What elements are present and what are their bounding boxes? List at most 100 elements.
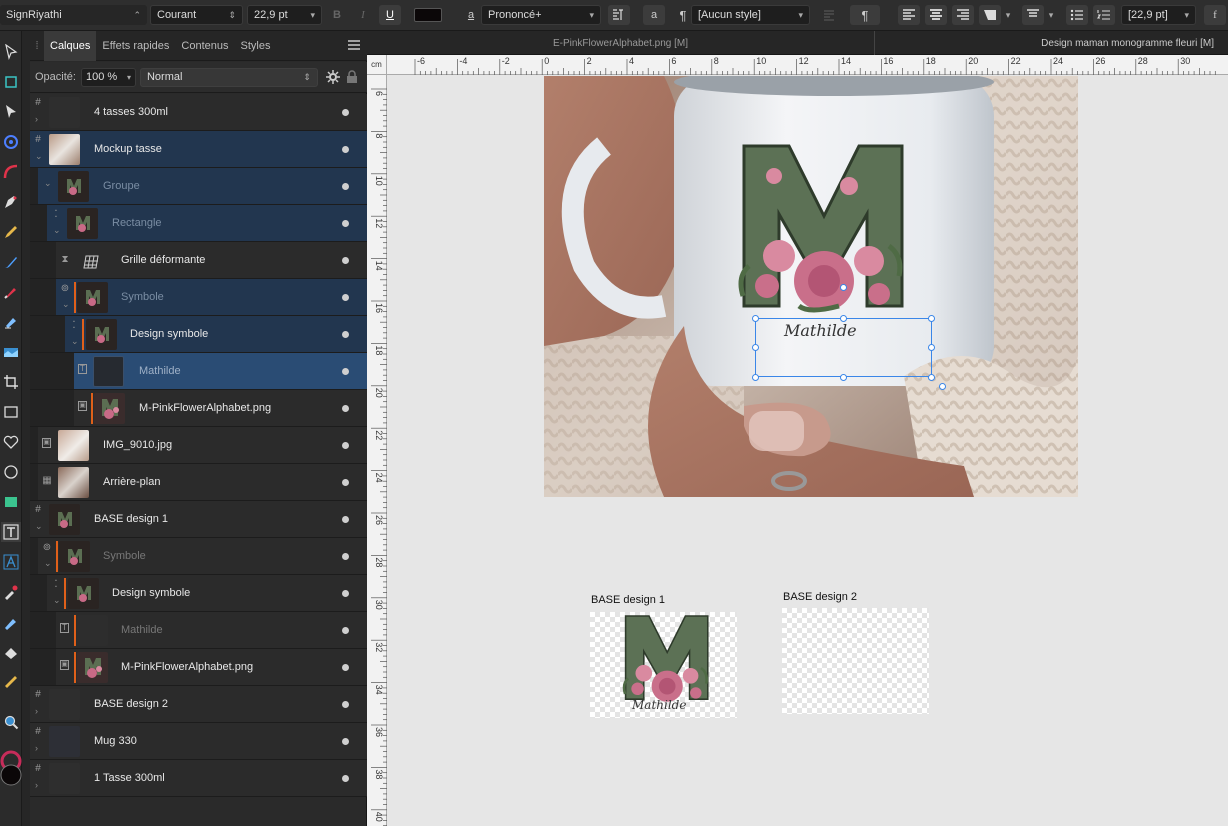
visibility-dot-icon[interactable] [342, 516, 349, 523]
chevron-down-icon[interactable]: ⌄ [53, 595, 61, 606]
layer-row[interactable]: # ⌄ Mockup tasse [30, 131, 367, 168]
chevron-down-icon[interactable]: ⌄ [62, 299, 70, 310]
color-picker-tool-icon[interactable] [1, 582, 21, 602]
font-style-dropdown[interactable]: Courant ⇕ [150, 5, 243, 25]
tab-contenus[interactable]: Contenus [175, 31, 234, 61]
gear-icon[interactable] [325, 70, 340, 84]
vertical-ruler[interactable]: 6 8 10 12 14 16 18 20 22 24 26 28 30 32 34 36 38 40 [367, 75, 387, 826]
resize-handle[interactable] [840, 315, 847, 322]
horizontal-ruler[interactable]: -6 -4 -2 0 2 4 6 8 10 12 14 16 18 20 22 24 26 28 30 [387, 55, 1228, 75]
clear-style-icon[interactable] [818, 5, 840, 25]
visibility-dot-icon[interactable] [342, 627, 349, 634]
visibility-dot-icon[interactable] [342, 183, 349, 190]
resize-handle[interactable] [752, 315, 759, 322]
layer-row[interactable]: ▣ M-PinkFlowerAlphabet.png [30, 390, 367, 427]
mug-name-text[interactable]: Mathilde [784, 321, 857, 340]
layer-row[interactable]: ▣ M-PinkFlowerAlphabet.png [30, 649, 367, 686]
font-family-dropdown[interactable]: SignRiyathi ⌃ [0, 5, 147, 25]
chevron-right-icon[interactable]: › [35, 114, 38, 124]
resize-handle[interactable] [928, 315, 935, 322]
layer-row[interactable]: ⌄ Groupe [30, 168, 367, 205]
visibility-dot-icon[interactable] [342, 738, 349, 745]
chevron-down-icon[interactable]: ⌄ [44, 558, 52, 569]
align-left-button[interactable] [898, 5, 920, 25]
layer-row[interactable]: ⊚ ⌄ Symbole [30, 279, 367, 316]
lock-icon[interactable] [346, 70, 358, 84]
resize-handle[interactable] [752, 344, 759, 351]
bullet-list-button[interactable] [1066, 5, 1088, 25]
brush-tool-icon[interactable] [1, 282, 21, 302]
opacity-field[interactable]: 100 % ▾ [80, 67, 136, 87]
underline-style-dropdown[interactable]: Prononcé+ ▾ [481, 5, 601, 25]
visibility-dot-icon[interactable] [342, 553, 349, 560]
layer-row[interactable]: # › BASE design 2 [30, 686, 367, 723]
chevron-down-icon[interactable]: ⌄ [53, 225, 61, 236]
align-center-button[interactable] [925, 5, 947, 25]
rotate-handle[interactable] [939, 383, 946, 390]
layer-row[interactable]: ⊚ ⌄ Symbole [30, 538, 367, 575]
blend-mode-dropdown[interactable]: Normal ⇕ [139, 67, 318, 87]
vertical-align-button[interactable] [1022, 5, 1044, 25]
visibility-dot-icon[interactable] [342, 701, 349, 708]
visibility-dot-icon[interactable] [342, 257, 349, 264]
layer-row[interactable]: # › Mug 330 [30, 723, 367, 760]
chevron-right-icon[interactable]: › [35, 780, 38, 790]
tab-document-1[interactable]: E-PinkFlowerAlphabet.png [M] [367, 31, 875, 55]
pen-tool-icon[interactable] [1, 192, 21, 212]
measure-tool-icon[interactable] [1, 672, 21, 692]
chevron-down-icon[interactable]: ⌄ [71, 336, 79, 347]
fill-brush-tool-icon[interactable] [1, 612, 21, 632]
corner-tool-icon[interactable] [1, 162, 21, 182]
frame-text-tool-icon[interactable] [1, 522, 21, 542]
visibility-dot-icon[interactable] [342, 220, 349, 227]
resize-handle[interactable] [840, 374, 847, 381]
rotate-handle[interactable] [840, 284, 847, 291]
rectangle-tool-icon[interactable] [1, 402, 21, 422]
layer-row[interactable]: # › 1 Tasse 300ml [30, 760, 367, 797]
artboard-label[interactable]: BASE design 1 [591, 594, 665, 606]
visibility-dot-icon[interactable] [342, 442, 349, 449]
artistic-text-tool-icon[interactable] [1, 552, 21, 572]
text-color-swatch[interactable] [414, 8, 442, 22]
layer-row[interactable]: T Mathilde [30, 353, 367, 390]
layer-row[interactable]: ⁚ ⌄ Design symbole [30, 575, 367, 612]
visibility-dot-icon[interactable] [342, 479, 349, 486]
layer-row[interactable]: # ⌄ BASE design 1 [30, 501, 367, 538]
vector-brush-tool-icon[interactable] [1, 252, 21, 272]
text-frame-icon[interactable] [608, 5, 630, 25]
visibility-dot-icon[interactable] [342, 590, 349, 597]
zoom-tool-icon[interactable] [1, 712, 21, 732]
visibility-dot-icon[interactable] [342, 405, 349, 412]
shape-tool-icon[interactable] [1, 492, 21, 512]
mockup-photo[interactable] [544, 76, 1078, 497]
font-size-field[interactable]: 22,9 pt ▾ [247, 5, 322, 25]
visibility-dot-icon[interactable] [342, 331, 349, 338]
chevron-right-icon[interactable]: › [35, 743, 38, 753]
leading-field[interactable]: [22,9 pt] ▾ [1121, 5, 1196, 25]
artboard-tool-icon[interactable] [1, 72, 21, 92]
resize-handle[interactable] [752, 374, 759, 381]
resize-handle[interactable] [928, 374, 935, 381]
chevron-down-icon[interactable]: ⌄ [44, 178, 52, 189]
justify-button[interactable] [979, 5, 1001, 25]
align-right-button[interactable] [952, 5, 974, 25]
drag-grip-icon[interactable]: ⁞ [30, 31, 44, 61]
layer-row[interactable]: T Mathilde [30, 612, 367, 649]
fill-color-swatch[interactable] [0, 763, 23, 787]
visibility-dot-icon[interactable] [342, 109, 349, 116]
font-icon[interactable]: f [1204, 5, 1226, 25]
hamburger-menu-icon[interactable] [347, 38, 361, 52]
character-icon[interactable]: a [643, 5, 665, 25]
italic-button[interactable]: I [352, 5, 374, 25]
ellipse-tool-icon[interactable] [1, 462, 21, 482]
text-selection-box[interactable]: Mathilde [755, 318, 932, 377]
paragraph-style-dropdown[interactable]: [Aucun style] ▾ [691, 5, 810, 25]
paragraph-panel-button[interactable]: ¶ [850, 5, 880, 25]
fill-tool-icon[interactable] [1, 312, 21, 332]
chevron-down-icon[interactable]: ⌄ [35, 521, 43, 532]
chevron-down-icon[interactable]: ⌄ [35, 151, 43, 162]
underline-button[interactable]: U [379, 5, 401, 25]
visibility-dot-icon[interactable] [342, 146, 349, 153]
chevron-right-icon[interactable]: › [35, 706, 38, 716]
numbered-list-button[interactable] [1093, 5, 1115, 25]
